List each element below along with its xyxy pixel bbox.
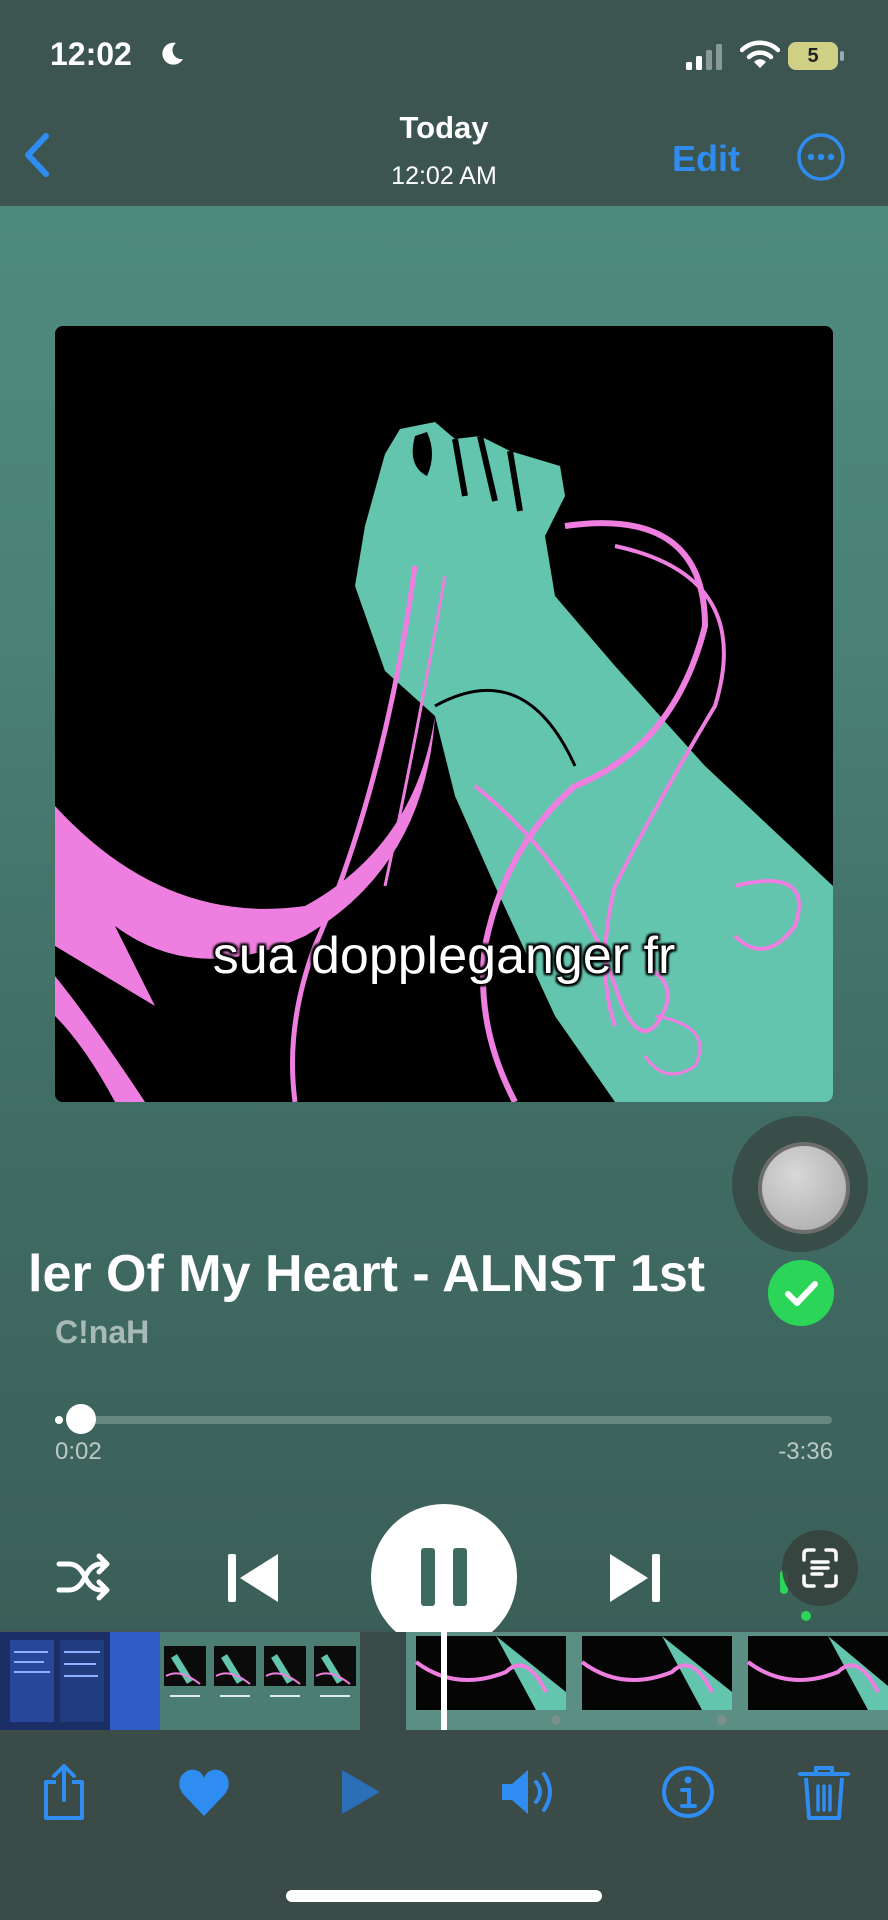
frame-thumbnail — [406, 1632, 888, 1730]
nav-subtitle: 12:02 AM — [391, 162, 497, 190]
info-icon[interactable] — [660, 1762, 716, 1822]
progress-knob[interactable] — [65, 1404, 96, 1434]
more-icon[interactable] — [796, 132, 846, 182]
battery-icon: 5 — [788, 42, 846, 70]
progress-fill — [55, 1416, 63, 1424]
status-dot — [801, 1611, 811, 1621]
scrubber-frame — [160, 1632, 360, 1730]
battery-level: 5 — [788, 42, 838, 70]
heart-icon[interactable] — [176, 1762, 232, 1822]
checkmark-icon[interactable] — [768, 1260, 834, 1326]
scrubber-playhead[interactable] — [441, 1628, 447, 1734]
speaker-icon[interactable] — [500, 1762, 556, 1822]
elapsed-time: 0:02 — [55, 1438, 102, 1465]
scrubber-frame — [0, 1632, 160, 1730]
scan-text-button[interactable] — [782, 1530, 858, 1606]
previous-icon[interactable] — [226, 1550, 282, 1606]
artist-name: C!naH — [55, 1314, 150, 1350]
edit-button[interactable]: Edit — [672, 138, 740, 180]
remaining-time: -3:36 — [778, 1438, 833, 1465]
share-icon[interactable] — [36, 1762, 92, 1822]
scrubber-frame — [406, 1632, 888, 1730]
signal-icon — [686, 44, 722, 70]
frame-thumbnail — [160, 1632, 360, 1730]
assistive-touch-knob[interactable] — [758, 1142, 850, 1234]
artwork-caption: sua doppleganger fr — [212, 927, 676, 985]
status-time: 12:02 — [50, 36, 132, 72]
moon-icon — [162, 42, 183, 65]
wifi-icon — [740, 40, 780, 68]
trash-icon[interactable] — [796, 1762, 852, 1822]
progress-track[interactable] — [72, 1416, 832, 1424]
frame-thumbnail — [0, 1632, 160, 1730]
scan-text-icon — [802, 1548, 838, 1588]
nav-title: Today — [399, 110, 489, 145]
next-icon[interactable] — [606, 1550, 662, 1606]
shuffle-icon[interactable] — [55, 1552, 111, 1602]
home-indicator[interactable] — [286, 1890, 602, 1902]
song-title: ler Of My Heart - ALNST 1st A — [28, 1245, 718, 1303]
play-icon[interactable] — [332, 1762, 388, 1822]
battery-tip — [840, 51, 844, 61]
